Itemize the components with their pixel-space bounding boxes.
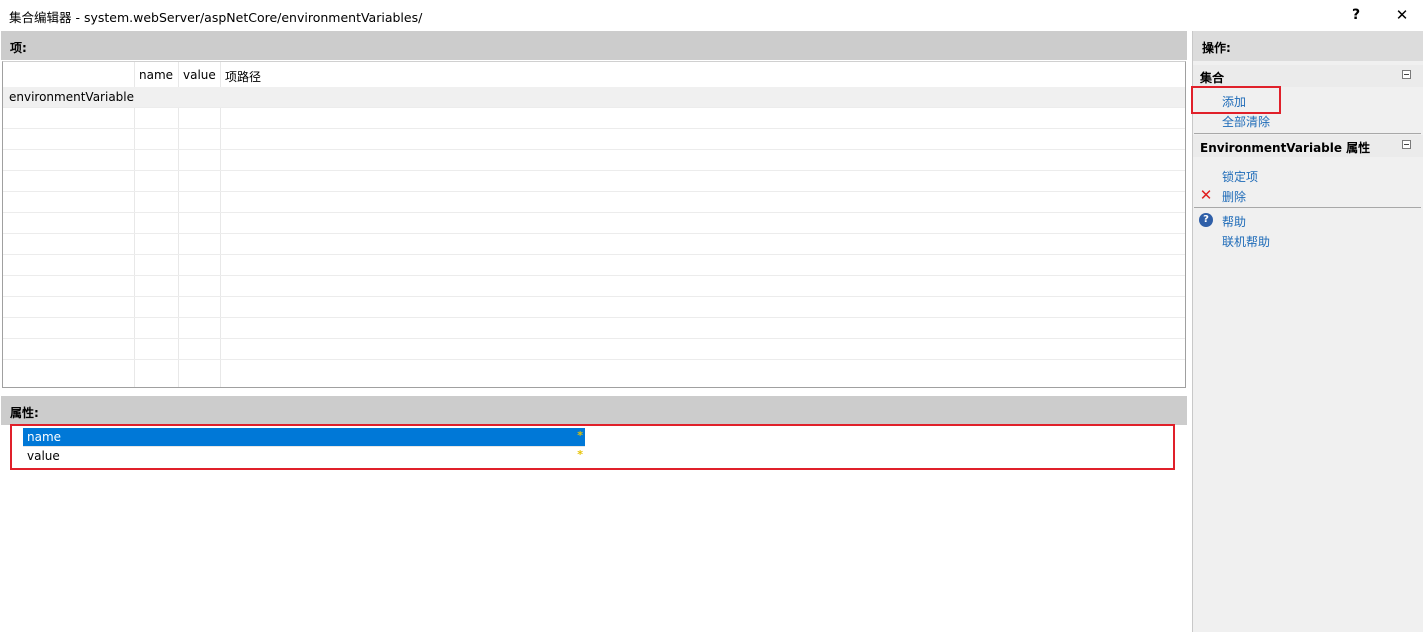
grid-row-line <box>3 107 1185 108</box>
property-name-label: name <box>27 430 62 444</box>
item-group-header[interactable]: EnvironmentVariable 属性 <box>1193 135 1423 157</box>
property-row-value[interactable]: value * <box>23 447 585 465</box>
items-section-title: 项: <box>10 41 27 55</box>
delete-icon: ✕ <box>1199 186 1213 204</box>
actions-pane-title-text: 操作: <box>1202 41 1231 55</box>
online-help-link[interactable]: 联机帮助 <box>1222 233 1270 250</box>
pane-divider <box>1194 207 1421 208</box>
properties-section-header: 属性: <box>1 396 1187 425</box>
column-header-name[interactable]: name <box>139 68 173 82</box>
lock-item-link[interactable]: 锁定项 <box>1222 168 1258 185</box>
help-button[interactable]: ? <box>1336 0 1376 30</box>
close-button[interactable]: ✕ <box>1382 0 1422 30</box>
grid-row-line <box>3 317 1185 318</box>
table-row[interactable] <box>3 87 1185 107</box>
item-group-title: EnvironmentVariable 属性 <box>1200 141 1371 155</box>
items-section-header: 项: <box>1 31 1187 60</box>
grid-row-line <box>3 191 1185 192</box>
column-header-item-path[interactable]: 项路径 <box>225 68 261 85</box>
collection-group-header[interactable]: 集合 <box>1193 65 1423 87</box>
actions-pane: 操作: 集合 添加 全部清除 EnvironmentVariable 属性 锁定… <box>1192 31 1423 632</box>
actions-pane-title: 操作: <box>1193 31 1423 61</box>
grid-row-line <box>3 275 1185 276</box>
collection-group-title: 集合 <box>1200 71 1225 85</box>
property-row-name[interactable]: name * <box>23 428 585 446</box>
title-bar: 集合编辑器 - system.webServer/aspNetCore/envi… <box>0 0 1423 30</box>
clear-all-link[interactable]: 全部清除 <box>1222 113 1270 130</box>
delete-link[interactable]: 删除 <box>1222 188 1246 205</box>
required-marker: * <box>577 448 583 461</box>
column-header-value[interactable]: value <box>183 68 216 82</box>
grid-row-line <box>3 170 1185 171</box>
add-link[interactable]: 添加 <box>1222 93 1246 110</box>
grid-row-line <box>3 359 1185 360</box>
grid-row-line <box>3 128 1185 129</box>
properties-section-title: 属性: <box>10 406 39 420</box>
window-title: 集合编辑器 - system.webServer/aspNetCore/envi… <box>9 10 423 25</box>
grid-row-line <box>3 338 1185 339</box>
collapse-icon[interactable] <box>1402 70 1411 79</box>
table-row-label: environmentVariable <box>9 90 135 104</box>
property-value-label: value <box>27 449 60 463</box>
collapse-icon[interactable] <box>1402 140 1411 149</box>
pane-divider <box>1194 133 1421 134</box>
grid-row-line <box>3 296 1185 297</box>
grid-row-line <box>3 254 1185 255</box>
properties-grid[interactable]: name * value * <box>2 425 1186 632</box>
help-link[interactable]: 帮助 <box>1222 213 1246 230</box>
items-grid[interactable]: name value 项路径 environmentVariable <box>2 61 1186 388</box>
grid-header: name value 项路径 <box>3 62 1185 88</box>
grid-row-line <box>3 212 1185 213</box>
required-marker: * <box>577 429 583 442</box>
grid-row-line <box>3 149 1185 150</box>
grid-row-line <box>3 233 1185 234</box>
help-icon: ? <box>1199 213 1213 227</box>
